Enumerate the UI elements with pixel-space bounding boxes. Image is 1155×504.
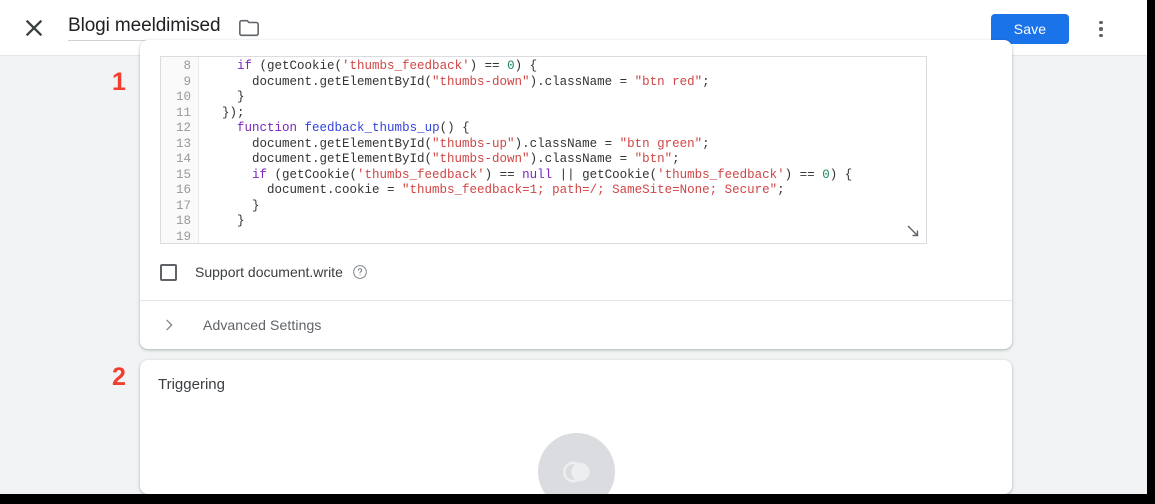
code-line: } — [207, 214, 926, 230]
code-token: (getCookie( — [252, 59, 343, 73]
triggering-section-title: Triggering — [158, 376, 225, 393]
code-token: } — [207, 90, 245, 105]
code-token: 'thumbs_feedback' — [342, 59, 470, 73]
code-line-number: 13 — [175, 136, 191, 151]
code-token: document.getElementById( — [207, 152, 433, 167]
code-token: ) { — [514, 59, 538, 73]
code-line: function feedback_thumbs_up() { — [207, 121, 926, 137]
code-line-number: 16 — [175, 183, 191, 198]
advanced-settings-label: Advanced Settings — [203, 317, 322, 333]
tag-editor-app: Save 1 2 8910111213141516171819 if (getC… — [0, 0, 1147, 494]
code-line: } — [207, 199, 926, 215]
code-line-number: 19 — [175, 230, 191, 244]
code-token: document.getElementById( — [207, 136, 433, 151]
code-token: document.getElementById( — [207, 74, 433, 89]
code-token: function — [237, 121, 298, 136]
code-token: "thumbs-up" — [432, 136, 515, 151]
code-token: ) == — [469, 59, 508, 73]
code-token: ) == — [484, 167, 523, 182]
code-token: || getCookie( — [552, 167, 658, 182]
code-line-number: 8 — [183, 59, 191, 73]
code-token: ; — [672, 152, 680, 167]
code-line: if (getCookie('thumbs_feedback') == 0) { — [207, 59, 926, 75]
code-token: "btn red" — [634, 74, 703, 89]
code-line: } — [207, 90, 926, 106]
code-line: document.getElementById("thumbs-down").c… — [207, 75, 926, 91]
code-line-number: 10 — [175, 90, 191, 105]
code-line-number: 18 — [175, 214, 191, 229]
code-token: ; — [702, 136, 710, 151]
tag-title-group — [68, 13, 260, 43]
code-token: "btn green" — [619, 136, 703, 151]
help-circle-icon[interactable] — [352, 264, 368, 280]
tag-configuration-card: 8 9 10 11 12 13 14 15 16 17 18 19 if (getCookie('th… — [140, 40, 1012, 349]
code-line: if (getCookie('thumbs_feedback') == null… — [207, 168, 926, 184]
code-token: feedback_thumbs_up — [304, 121, 440, 136]
annotation-marker-2: 2 — [112, 363, 126, 391]
triggering-card: Triggering — [140, 360, 1012, 494]
support-document-write-label: Support document.write — [195, 264, 343, 280]
code-token: "btn" — [634, 152, 673, 167]
window-frame-bottom — [0, 494, 1155, 504]
code-token: } — [207, 214, 245, 229]
code-token: if — [237, 59, 253, 73]
custom-html-code-editor[interactable]: 8 9 10 11 12 13 14 15 16 17 18 19 if (getCookie('th… — [160, 56, 927, 244]
close-icon[interactable] — [20, 14, 48, 42]
code-line: document.getElementById("thumbs-up").cla… — [207, 137, 926, 153]
code-token: () { — [439, 121, 470, 136]
code-token: if — [252, 167, 268, 182]
folder-icon[interactable] — [238, 17, 260, 39]
window-frame-right — [1147, 0, 1155, 504]
code-line-number: 17 — [175, 198, 191, 213]
code-token: ) == — [784, 167, 823, 182]
code-token: (getCookie( — [267, 167, 358, 182]
more-dot — [1099, 20, 1103, 25]
code-line-number-gutter: 8 9 10 11 12 13 14 15 16 17 18 19 — [161, 57, 199, 243]
code-token: ; — [702, 74, 710, 89]
code-token: "thumbs-down" — [432, 74, 530, 89]
annotation-marker-1: 1 — [112, 68, 126, 96]
code-line-number: 15 — [175, 167, 191, 182]
code-line-number: 9 — [183, 74, 191, 89]
code-token: ).className = — [529, 74, 635, 89]
code-token: document.cookie = — [207, 183, 403, 198]
advanced-settings-toggle[interactable]: Advanced Settings — [140, 301, 1012, 349]
code-token: ) { — [829, 167, 853, 182]
more-dot — [1099, 27, 1103, 31]
code-token: ; — [777, 183, 785, 198]
chevron-right-icon — [160, 316, 178, 334]
support-document-write-row: Support document.write — [160, 258, 1012, 286]
more-vert-icon[interactable] — [1087, 15, 1115, 43]
code-token: }); — [207, 105, 245, 120]
code-line: document.cookie = "thumbs_feedback=1; pa… — [207, 183, 926, 199]
code-token: "thumbs-down" — [432, 152, 530, 167]
code-line-number: 14 — [175, 152, 191, 167]
code-token: 0 — [822, 167, 830, 182]
support-document-write-checkbox[interactable] — [160, 263, 177, 281]
code-line: }); — [207, 106, 926, 122]
code-token: 0 — [507, 59, 515, 73]
code-token: 'thumbs_feedback' — [657, 167, 785, 182]
code-token: "thumbs_feedback=1; path=/; SameSite=Non… — [402, 183, 778, 198]
code-content-area[interactable]: if (getCookie('thumbs_feedback') == 0) {… — [199, 57, 926, 243]
code-line-number: 12 — [175, 121, 191, 136]
code-token: } — [207, 198, 260, 213]
code-token: ).className = — [529, 152, 635, 167]
loading-placeholder-icon — [538, 433, 615, 494]
code-token: null — [522, 167, 553, 182]
tag-name-input[interactable] — [68, 15, 226, 41]
code-token: 'thumbs_feedback' — [357, 167, 485, 182]
code-line: document.getElementById("thumbs-down").c… — [207, 152, 926, 168]
code-line-number: 11 — [175, 105, 191, 120]
code-token: ).className = — [514, 136, 620, 151]
more-dot — [1099, 33, 1103, 38]
resize-handle-icon[interactable] — [906, 224, 920, 238]
